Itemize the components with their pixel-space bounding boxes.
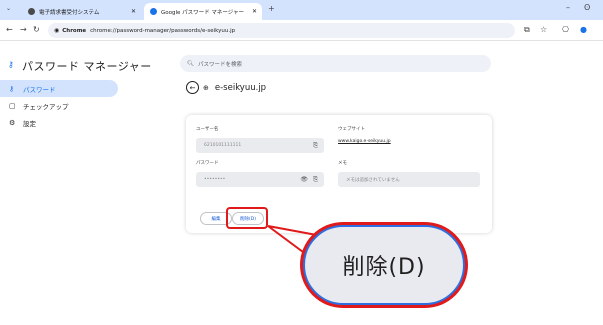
callout-pointer <box>267 225 323 253</box>
delete-zoom-callout: 削除(D) <box>303 225 465 305</box>
